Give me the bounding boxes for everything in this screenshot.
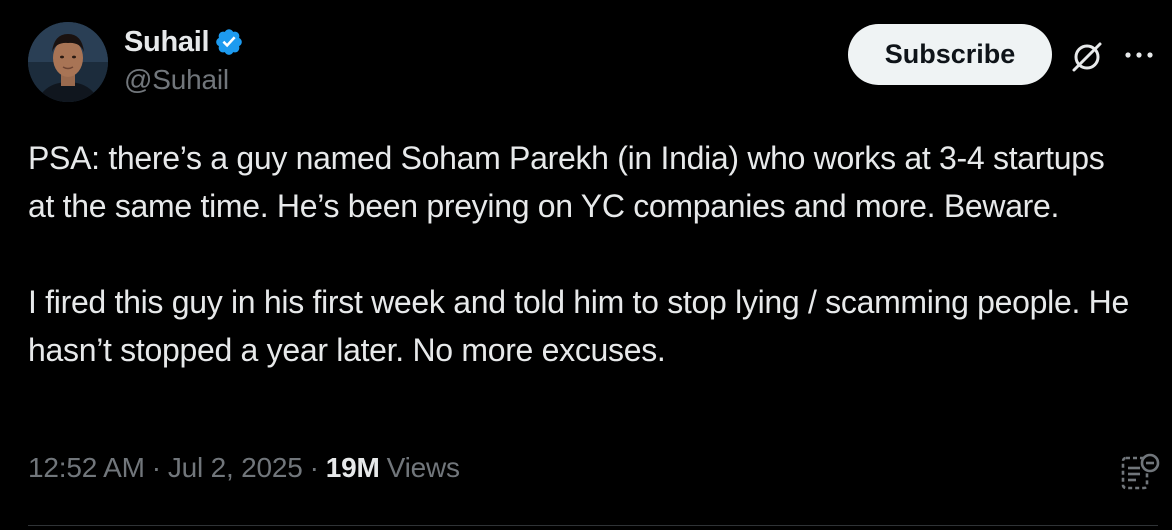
tweet-paragraph: PSA: there’s a guy named Soham Parekh (i… [28,140,1105,224]
tweet-time[interactable]: 12:52 AM [28,452,145,484]
avatar[interactable] [28,22,108,102]
grok-slash-icon[interactable] [1068,38,1106,76]
tweet-meta: 12:52 AM · Jul 2, 2025 · 19M Views [28,452,460,484]
more-dots-icon[interactable] [1122,42,1156,68]
meta-separator: · [309,452,319,483]
views-label: Views [386,452,460,483]
tweet-date[interactable]: Jul 2, 2025 [168,452,303,484]
divider [28,525,1158,526]
author-name-row[interactable]: Suhail [124,24,244,60]
author-display-name[interactable]: Suhail [124,26,210,59]
tweet-paragraph: I fired this guy in his first week and t… [28,284,1129,368]
verified-badge-icon[interactable] [214,27,244,57]
subscribe-button[interactable]: Subscribe [848,24,1052,85]
meta-separator: · [151,452,161,483]
views-count: 19M [325,452,380,483]
reader-mode-icon[interactable] [1118,450,1162,494]
tweet-text: PSA: there’s a guy named Soham Parekh (i… [28,134,1138,374]
author-handle[interactable]: @Suhail [124,64,229,96]
avatar-photo [28,22,108,102]
tweet-card: Suhail @Suhail Subscribe PSA: there’s a … [0,0,1172,530]
